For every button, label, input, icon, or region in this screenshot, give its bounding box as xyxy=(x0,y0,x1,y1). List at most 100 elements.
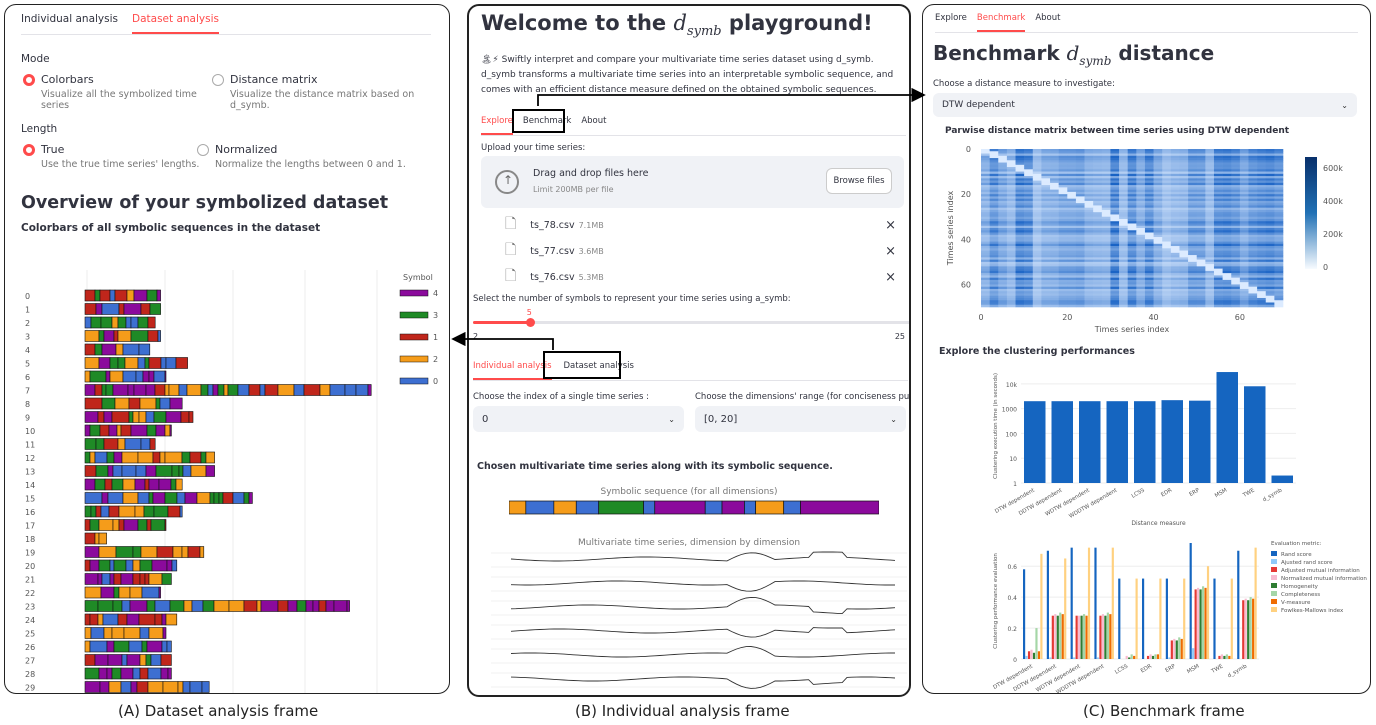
file-dropzone[interactable]: ↑ Drag and drop files here Limit 200MB p… xyxy=(481,156,904,208)
browse-files-button[interactable]: Browse files xyxy=(826,168,892,194)
heatmap-cell xyxy=(1067,250,1077,254)
heatmap-y-tick: 0 xyxy=(966,145,971,154)
colorbar-segment xyxy=(129,586,143,599)
heatmap-cell xyxy=(1239,178,1249,181)
heatmap-cell xyxy=(1041,189,1051,193)
heatmap-cell xyxy=(1239,185,1249,188)
heatmap-cell xyxy=(1239,218,1249,222)
colorbar-segment xyxy=(139,627,150,639)
slider-handle[interactable] xyxy=(525,318,535,327)
tab-dataset-analysis[interactable]: Dataset analysis xyxy=(132,5,219,34)
heatmap-cell xyxy=(1006,284,1016,287)
heatmap-cell xyxy=(1119,293,1128,297)
heatmap-cell xyxy=(1110,239,1120,242)
colorbar-segment xyxy=(130,424,148,437)
heatmap-cell xyxy=(1136,164,1146,168)
row-label: 9 xyxy=(25,414,30,423)
heatmap-cell xyxy=(1058,176,1068,179)
range-select[interactable]: [0, 20] ⌄ xyxy=(695,406,906,432)
heatmap-cell xyxy=(1015,169,1025,172)
heatmap-cell xyxy=(1162,286,1172,290)
heatmap-cell xyxy=(1136,225,1146,229)
tab-dataset-analysis[interactable]: Dataset analysis xyxy=(564,353,634,380)
colorbar-segment xyxy=(147,681,164,693)
heatmap-cell xyxy=(1265,225,1275,229)
tab-explore[interactable]: Explore xyxy=(935,5,967,32)
heatmap-cell xyxy=(1041,209,1051,213)
colorbar-segment xyxy=(124,438,142,450)
close-icon[interactable]: × xyxy=(885,244,896,259)
heatmap-cell xyxy=(1119,187,1128,190)
row-label: 18 xyxy=(25,535,35,544)
mode-distance-matrix-radio[interactable]: Distance matrix Visualize the distance m… xyxy=(212,73,447,111)
length-normalized-radio[interactable]: Normalized Normalize the lengths between… xyxy=(197,143,437,170)
heatmap-cell xyxy=(1162,167,1172,170)
heatmap-cell xyxy=(1024,252,1034,256)
heatmap-cell xyxy=(1050,205,1059,208)
heatmap-cell xyxy=(1213,241,1223,245)
heatmap-cell xyxy=(1265,189,1275,193)
tab-individual-analysis[interactable]: Individual analysis xyxy=(21,5,118,34)
metric-bar xyxy=(1109,614,1112,659)
symbols-slider[interactable]: 5 xyxy=(473,308,909,331)
heatmap-cell xyxy=(1032,164,1042,168)
heatmap-cell xyxy=(1170,243,1180,247)
heatmap-cell xyxy=(1222,288,1232,292)
heatmap-cell xyxy=(1153,234,1163,238)
row-label: 12 xyxy=(25,454,35,463)
heatmap-cell xyxy=(1248,155,1258,159)
tab-benchmark[interactable]: Benchmark xyxy=(976,5,1026,32)
heatmap-cell xyxy=(1127,291,1137,294)
length-label: Length xyxy=(21,123,58,135)
heatmap-cell xyxy=(1239,209,1249,213)
index-select[interactable]: 0 ⌄ xyxy=(473,406,684,432)
heatmap-cell xyxy=(998,291,1008,294)
heatmap-cell xyxy=(1084,176,1094,179)
heatmap-cell xyxy=(1041,270,1051,274)
mode-colorbars-radio[interactable]: Colorbars Visualize all the symbolized t… xyxy=(23,73,223,111)
heatmap-cell xyxy=(989,246,999,249)
heatmap-cell xyxy=(1257,218,1267,222)
heatmap-cell xyxy=(1265,228,1275,231)
tab-individual-analysis[interactable]: Individual analysis xyxy=(473,353,552,380)
heatmap-cell xyxy=(1196,268,1206,272)
heatmap-cell xyxy=(1179,284,1189,287)
tab-explore[interactable]: Explore xyxy=(481,108,513,135)
colorbar-segment xyxy=(84,397,103,410)
heatmap-cell xyxy=(1015,279,1025,283)
colorbar-segment xyxy=(153,411,167,423)
benchmark-title: Benchmark dsymb distance xyxy=(933,41,1215,68)
tab-benchmark[interactable]: Benchmark xyxy=(523,108,571,135)
colorbar-segment xyxy=(165,357,177,369)
tab-about[interactable]: About xyxy=(581,108,606,135)
heatmap-cell xyxy=(1058,293,1068,297)
close-icon[interactable]: × xyxy=(885,218,896,233)
heatmap-cell xyxy=(1127,284,1137,287)
heatmap-cell xyxy=(1119,270,1128,274)
heatmap-cell xyxy=(1084,273,1094,276)
colorbar-segment xyxy=(167,667,172,680)
colorbar-segment xyxy=(164,451,183,464)
bar-x-tick: d_symb xyxy=(1262,487,1284,503)
length-true-radio[interactable]: True Use the true time series' lengths. xyxy=(23,143,213,170)
close-icon[interactable]: × xyxy=(885,270,896,285)
heatmap-cell xyxy=(1127,302,1137,306)
heatmap-cell xyxy=(1213,232,1223,236)
heatmap-cell xyxy=(1075,225,1085,229)
heatmap-cell xyxy=(1110,268,1120,272)
heatmap-cell xyxy=(1058,203,1068,206)
distance-measure-select[interactable]: DTW dependent ⌄ xyxy=(933,93,1357,117)
heatmap-cell xyxy=(1050,198,1059,202)
heatmap-cell xyxy=(1067,209,1077,213)
heatmap-cell xyxy=(1274,246,1284,249)
chevron-down-icon: ⌄ xyxy=(1341,100,1348,110)
heatmap-cell xyxy=(1101,178,1111,181)
heatmap-cell xyxy=(1153,223,1163,227)
heatmap-cell xyxy=(1248,218,1258,222)
heatmap-cell xyxy=(1162,248,1172,251)
colorbar-segment xyxy=(121,600,131,612)
tab-about[interactable]: About xyxy=(1035,5,1060,32)
heatmap-cell xyxy=(1274,180,1284,184)
heatmap-cell xyxy=(1257,282,1267,285)
heatmap-cell xyxy=(1248,160,1258,163)
